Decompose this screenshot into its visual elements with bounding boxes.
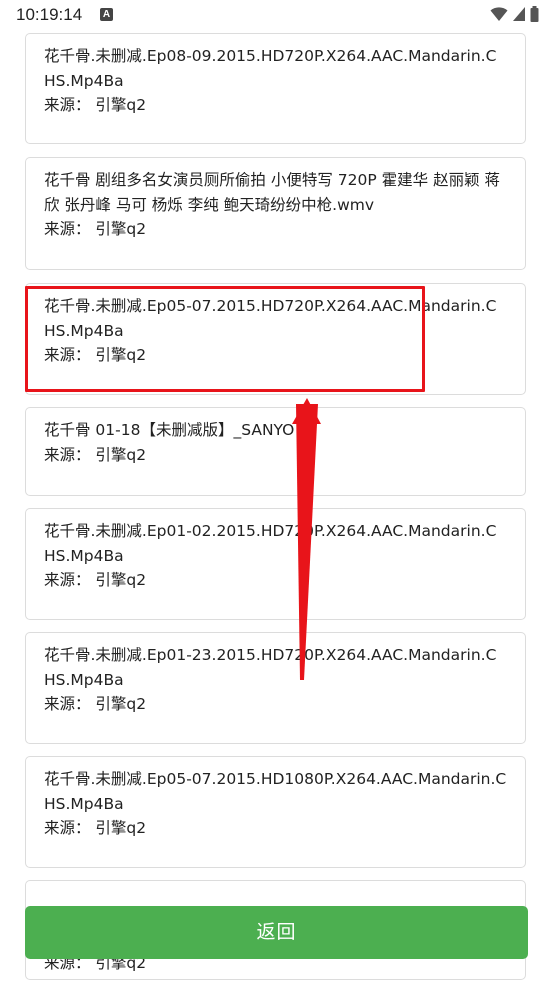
result-card[interactable]: 花千骨.未删减.Ep01-02.2015.HD720P.X264.AAC.Man…: [25, 508, 526, 620]
result-source: 来源： 引擎q2: [44, 695, 147, 713]
result-title: 花千骨 剧组多名女演员厕所偷拍 小便特写 720P 霍建华 赵丽颖 蒋欣 张丹峰…: [44, 171, 500, 214]
battery-icon: [530, 6, 539, 22]
result-card[interactable]: 花千骨.未删减.Ep05-07.2015.HD1080P.X264.AAC.Ma…: [25, 756, 526, 868]
result-card[interactable]: 花千骨 01-18【未删减版】_SANYO 来源： 引擎q2: [25, 407, 526, 496]
notification-a-icon: A: [100, 8, 113, 21]
result-title: 花千骨 01-18【未删减版】_SANYO: [44, 421, 295, 439]
result-title: 花千骨.未删减.Ep01-23.2015.HD720P.X264.AAC.Man…: [44, 646, 497, 689]
result-card[interactable]: 花千骨.未删减.Ep08-09.2015.HD720P.X264.AAC.Man…: [25, 33, 526, 144]
result-title: 花千骨.未删减.Ep05-07.2015.HD1080P.X264.AAC.Ma…: [44, 770, 507, 813]
result-source: 来源： 引擎q2: [44, 819, 147, 837]
result-title: 花千骨.未删减.Ep01-02.2015.HD720P.X264.AAC.Man…: [44, 522, 497, 565]
wifi-icon: [490, 7, 508, 21]
result-source: 来源： 引擎q2: [44, 571, 147, 589]
result-card[interactable]: 花千骨.未删减.Ep01-23.2015.HD720P.X264.AAC.Man…: [25, 632, 526, 744]
status-bar: 10:19:14 A: [0, 0, 553, 32]
result-source: 来源： 引擎q2: [44, 220, 147, 238]
back-button[interactable]: 返回: [25, 906, 528, 959]
result-title: 花千骨.未删减.Ep05-07.2015.HD720P.X264.AAC.Man…: [44, 297, 497, 340]
result-source: 来源： 引擎q2: [44, 445, 147, 464]
status-time: 10:19:14: [16, 5, 83, 24]
result-title: 花千骨.未删减.Ep08-09.2015.HD720P.X264.AAC.Man…: [44, 47, 497, 90]
result-source: 来源： 引擎q2: [44, 346, 147, 364]
result-card[interactable]: 花千骨.未删减.Ep05-07.2015.HD720P.X264.AAC.Man…: [25, 283, 526, 395]
result-card[interactable]: 花千骨 剧组多名女演员厕所偷拍 小便特写 720P 霍建华 赵丽颖 蒋欣 张丹峰…: [25, 157, 526, 270]
result-source: 来源： 引擎q2: [44, 96, 147, 114]
status-icons: [490, 6, 539, 22]
signal-icon: [513, 7, 525, 21]
